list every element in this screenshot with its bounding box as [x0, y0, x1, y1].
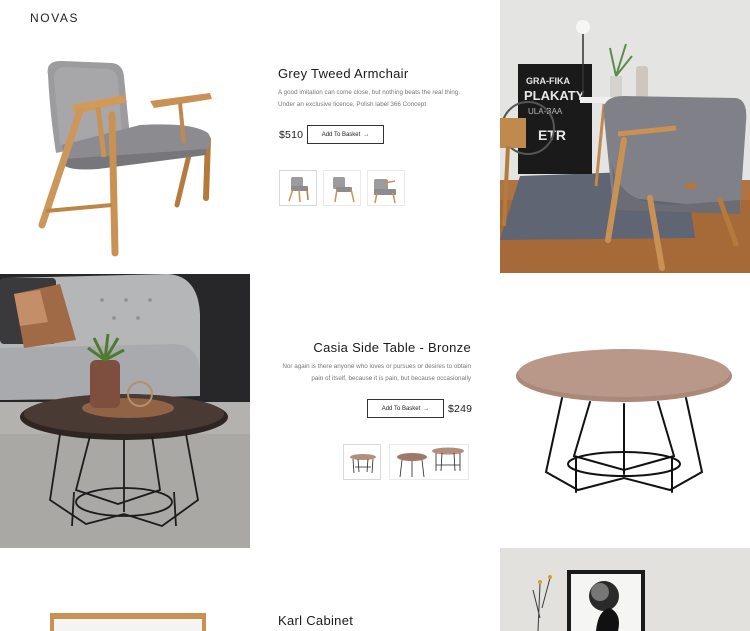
framed-art-scene [500, 548, 750, 631]
side-table-product-image [510, 340, 738, 500]
armchair-room-scene: GRA-FIKA PLAKATY ULA-BAA ETR [500, 0, 750, 273]
product-thumbnail[interactable] [389, 444, 469, 480]
product-thumbnail[interactable] [323, 170, 361, 206]
side-table-thumbnail-icon [397, 447, 464, 478]
side-table-lifestyle-photo [0, 274, 250, 548]
side-table-illustration [516, 349, 732, 493]
product-description: A good imitation can come close, but not… [278, 89, 461, 108]
arrow-right-icon: → [423, 405, 430, 412]
svg-text:GRA-FIKA: GRA-FIKA [526, 76, 570, 86]
cabinet-product-image [50, 612, 208, 631]
armchair-thumbnail-icon [288, 177, 309, 203]
add-to-basket-label: Add To Basket [381, 405, 421, 412]
side-table-room-scene [0, 274, 250, 548]
armchair-lifestyle-photo: GRA-FIKA PLAKATY ULA-BAA ETR [500, 0, 750, 273]
product-title[interactable]: Casia Side Table - Bronze [313, 340, 471, 355]
svg-text:PLAKATY: PLAKATY [524, 88, 585, 103]
product-price: $510 [279, 129, 304, 141]
armchair-illustration [38, 60, 212, 257]
add-to-basket-button[interactable]: Add To Basket → [307, 125, 384, 144]
product-title[interactable]: Grey Tweed Armchair [278, 66, 408, 81]
brand-logo[interactable]: NOVAS [30, 11, 79, 25]
armchair-product-image [20, 55, 230, 260]
product-thumbnail[interactable] [343, 444, 381, 480]
product-description: Nor again is there anyone who loves or p… [282, 363, 471, 382]
arrow-right-icon: → [363, 131, 370, 138]
add-to-basket-button[interactable]: Add To Basket → [367, 399, 444, 418]
armchair-thumbnail-icon [374, 179, 396, 204]
cabinet-illustration [50, 613, 206, 631]
product-thumbnail[interactable] [367, 170, 405, 206]
side-table-thumbnail-icon [350, 454, 376, 474]
product-thumbnail[interactable] [279, 170, 317, 206]
product-title[interactable]: Karl Cabinet [278, 613, 353, 628]
product-price: $249 [448, 403, 473, 415]
cabinet-lifestyle-photo [500, 548, 750, 631]
add-to-basket-label: Add To Basket [321, 131, 361, 138]
armchair-thumbnail-icon [333, 177, 355, 203]
